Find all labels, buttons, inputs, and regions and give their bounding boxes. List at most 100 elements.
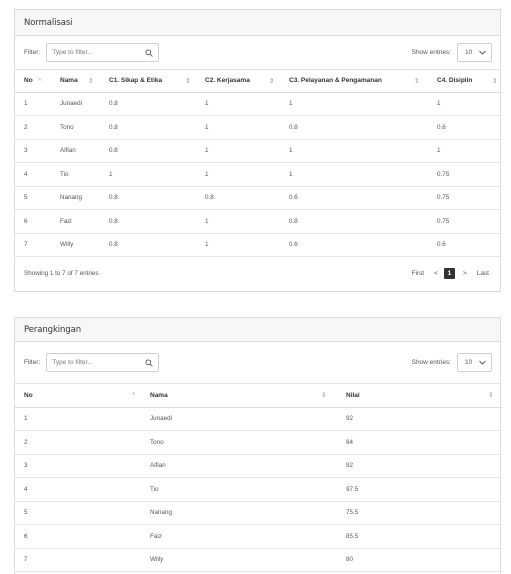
sort-icon[interactable]: ⇕ — [88, 77, 93, 85]
table-row: 7 Willy 80 — [15, 548, 502, 572]
filter-box[interactable] — [46, 43, 160, 62]
entries-select[interactable]: 10 — [457, 353, 492, 372]
sort-icon[interactable]: ⇕ — [414, 77, 419, 85]
col-header-c1[interactable]: C1. Sikap & Etika ⇕ — [100, 70, 196, 93]
normalisasi-table: No ^ Nama ⇕ C1. Sikap & Etika ⇕ C2. Kerjasa… — [15, 70, 502, 257]
cell-c3: 1 — [280, 139, 428, 163]
cell-nilai: 84 — [337, 430, 502, 455]
perangkingan-filter-bar: Filter: Show entries: 10 — [15, 342, 500, 384]
cell-c1: 1 — [100, 162, 196, 187]
cell-no: 5 — [15, 501, 141, 525]
cell-nama: Faiz — [51, 209, 100, 234]
cell-c4: 0.75 — [428, 186, 502, 210]
pagination: First < 1 > Last — [411, 268, 489, 279]
entries-label: Show entries: — [411, 49, 451, 56]
cell-no: 7 — [15, 233, 51, 257]
filter-input[interactable] — [52, 49, 143, 56]
chevron-down-icon — [479, 50, 486, 55]
perangkingan-card: Perangkingan Filter: Show entries: 10 No… — [14, 317, 502, 574]
pagination-last-button[interactable]: Last — [477, 270, 489, 277]
table-row: 2 Tono 84 — [15, 430, 502, 455]
perangkingan-title: Perangkingan — [24, 324, 82, 335]
table-row: 1 Junaedi 0.8 1 1 1 — [15, 92, 502, 116]
cell-no: 4 — [15, 477, 141, 502]
cell-c3: 0.6 — [280, 233, 428, 257]
cell-c2: 1 — [196, 115, 280, 140]
cell-no: 3 — [15, 139, 51, 163]
cell-nilai: 92 — [337, 454, 502, 478]
col-header-c3[interactable]: C3. Pelayanan & Pengamanan ⇕ — [280, 70, 428, 93]
filter-input[interactable] — [52, 359, 143, 366]
col-header-c2[interactable]: C2. Kerjasama ⇕ — [196, 70, 280, 93]
cell-no: 7 — [15, 548, 141, 572]
col-header-nilai[interactable]: Nilai ⇕ — [337, 384, 502, 408]
cell-no: 6 — [15, 209, 51, 234]
normalisasi-card: Normalisasi Filter: Show entries: 10 No^… — [14, 9, 502, 292]
cell-no: 5 — [15, 186, 51, 210]
filter-box[interactable] — [46, 353, 160, 372]
col-header-nama[interactable]: Nama ⇕ — [51, 70, 100, 93]
filter-label: Filter: — [24, 359, 41, 366]
sort-asc-icon[interactable]: ^ — [38, 77, 41, 84]
cell-c3: 0.8 — [280, 115, 428, 140]
table-row: 5 Nanang 75.5 — [15, 501, 502, 525]
cell-no: 6 — [15, 524, 141, 549]
cell-c3: 1 — [280, 92, 428, 116]
col-header-no[interactable]: No ^ — [15, 384, 141, 408]
cell-c4: 0.6 — [428, 115, 502, 140]
col-header-nama[interactable]: Nama ⇕ — [141, 384, 337, 408]
pagination-page-1-button[interactable]: 1 — [443, 268, 455, 279]
search-icon[interactable] — [145, 358, 153, 367]
entries-value: 10 — [465, 49, 473, 56]
cell-c2: 1 — [196, 162, 280, 187]
cell-nama: Faiz — [141, 524, 337, 549]
table-row: 4 Tio 97.5 — [15, 477, 502, 502]
cell-c2: 0.8 — [196, 186, 280, 210]
table-row: 6 Faiz 85.5 — [15, 524, 502, 549]
cell-nilai: 92 — [337, 407, 502, 431]
cell-nama: Willy — [141, 548, 337, 572]
cell-nama: Alfian — [141, 454, 337, 478]
sort-asc-icon[interactable]: ^ — [132, 392, 135, 399]
cell-c4: 1 — [428, 92, 502, 116]
table-row: 6 Faiz 0.8 1 0.8 0.75 — [15, 209, 502, 234]
normalisasi-title: Normalisasi — [24, 17, 73, 28]
cell-c3: 0.6 — [280, 186, 428, 210]
cell-nama: Alfian — [51, 139, 100, 163]
sort-icon[interactable]: ⇕ — [185, 77, 190, 85]
col-header-no[interactable]: No ^ — [15, 70, 51, 93]
pagination-first-button[interactable]: First — [411, 270, 424, 277]
table-header-row: No ^ Nama ⇕ Nilai ⇕ — [15, 384, 502, 408]
search-icon[interactable] — [145, 48, 153, 57]
table-row: 4 Tio 1 1 1 0.75 — [15, 162, 502, 187]
entries-label: Show entries: — [411, 359, 451, 366]
cell-c4: 1 — [428, 139, 502, 163]
table-header-row: No ^ Nama ⇕ C1. Sikap & Etika ⇕ C2. Kerjasa… — [15, 70, 502, 93]
cell-c2: 1 — [196, 209, 280, 234]
cell-nilai: 75.5 — [337, 501, 502, 525]
cell-no: 2 — [15, 430, 141, 455]
cell-c4: 0.75 — [428, 162, 502, 187]
sort-icon[interactable]: ⇕ — [321, 391, 326, 399]
entries-select[interactable]: 10 — [457, 43, 492, 62]
sort-icon[interactable]: ⇕ — [492, 77, 497, 85]
cell-nama: Nanang — [51, 186, 100, 210]
cell-c1: 0.8 — [100, 209, 196, 234]
cell-nama: Tono — [51, 115, 100, 140]
col-header-c4[interactable]: C4. Disiplin ⇕ — [428, 70, 502, 93]
chevron-down-icon — [479, 360, 486, 365]
cell-c1: 0.8 — [100, 92, 196, 116]
pagination-next-button[interactable]: > — [463, 270, 467, 277]
showing-entries-text: Showing 1 to 7 of 7 entries — [24, 270, 99, 277]
cell-nama: Junaedi — [141, 407, 337, 431]
sort-icon[interactable]: ⇕ — [488, 391, 493, 399]
table-row: 3 Alfian 0.8 1 1 1 — [15, 139, 502, 163]
pagination-prev-button[interactable]: < — [434, 270, 438, 277]
table-row: 3 Alfian 92 — [15, 454, 502, 478]
cell-nama: Tono — [141, 430, 337, 455]
cell-no: 4 — [15, 162, 51, 187]
sort-icon[interactable]: ⇕ — [269, 77, 274, 85]
cell-c4: 0.75 — [428, 209, 502, 234]
normalisasi-filter-bar: Filter: Show entries: 10 — [15, 36, 500, 70]
cell-nama: Tio — [141, 477, 337, 502]
